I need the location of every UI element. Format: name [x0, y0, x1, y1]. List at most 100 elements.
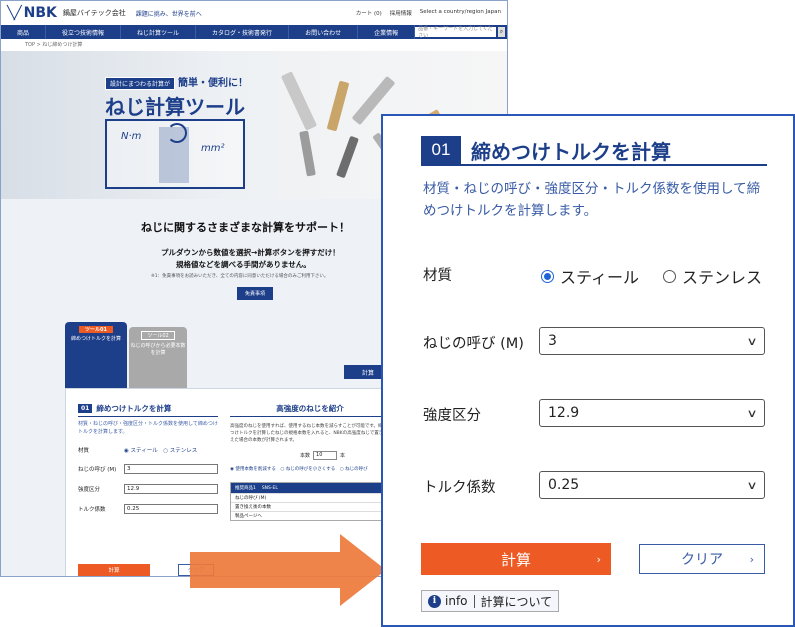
site-logo[interactable]: ╲╱ NBK	[7, 5, 57, 21]
high-strength-title: 高強度のねじを紹介	[230, 403, 390, 417]
table-row: 置き換え後の本数	[231, 501, 389, 511]
coefficient-select[interactable]: 0.25 ∨	[539, 471, 765, 499]
size-select[interactable]: 3 ∨	[539, 327, 765, 355]
radio-checked-icon	[541, 269, 554, 283]
mini-coef-select[interactable]: 0.25	[124, 504, 218, 514]
nav-products[interactable]: 商品	[1, 25, 47, 39]
radio-steel[interactable]: スティール	[541, 264, 639, 288]
tool-02-label: ねじの呼びから必要本数を計算	[130, 343, 186, 356]
hero-badge: 設計にまつわる計算が	[105, 77, 176, 90]
mini-row-material: 材質 ◉ スティール ○ ステンレス	[78, 446, 218, 454]
table-row[interactable]: 製品ページへ	[231, 510, 389, 520]
mini-row-coef: トルク係数 0.25	[78, 504, 218, 514]
nav-company[interactable]: 企業情報	[358, 25, 416, 39]
chevron-right-icon: ›	[596, 552, 601, 566]
radio-stainless-label: ステンレス	[682, 268, 763, 287]
coefficient-select-value: 0.25	[548, 477, 580, 493]
mini-grade-select[interactable]: 12.9	[124, 484, 218, 494]
disclaimer-button[interactable]: 免責事項	[237, 287, 274, 300]
radio-stainless[interactable]: ステンレス	[663, 264, 762, 288]
step-number-badge: 01	[421, 136, 461, 164]
mini-calc-button[interactable]: 計算	[78, 564, 150, 576]
mini-step-number: 01	[78, 404, 93, 413]
mini-material-radios[interactable]: ◉ スティール ○ ステンレス	[124, 446, 197, 454]
divider	[473, 594, 475, 608]
calculator-description: 材質・ねじの呼び・強度区分・トルク係数を使用して締めつけトルクを計算します。	[423, 181, 761, 220]
size-label: ねじの呼び (M)	[423, 336, 524, 352]
region-select[interactable]: Select a country/region Japan	[420, 9, 501, 17]
mini-size-select[interactable]: 3	[124, 464, 218, 474]
nav-tech-info[interactable]: 役立つ技術情報	[46, 25, 122, 39]
grade-select[interactable]: 12.9 ∨	[539, 399, 765, 427]
material-radio-group: スティール ステンレス	[541, 264, 762, 288]
mini-label: トルク係数	[78, 507, 106, 513]
material-label: 材質	[423, 268, 452, 284]
recommend-table: 推奨商品1 SNS-EL ねじの呼び (M) 置き換え後の本数 製品ページへ	[230, 481, 390, 521]
table-header-cell: SNS-EL	[261, 485, 278, 491]
recruit-link[interactable]: 採用情報	[390, 9, 412, 17]
size-select-value: 3	[548, 333, 557, 349]
table-row: ねじの呼び (M)	[231, 492, 389, 502]
nav-screw-calc[interactable]: ねじ計算ツール	[121, 25, 197, 39]
radio-unchecked-icon	[663, 269, 677, 283]
grade-select-value: 12.9	[548, 405, 580, 421]
rotation-arrow-icon	[167, 123, 187, 143]
mini-label: ねじの呼び (M)	[78, 467, 117, 473]
chevron-down-icon: ∨	[746, 478, 758, 492]
tool-01-tag: ツール01	[79, 326, 113, 333]
clear-button[interactable]: クリア ›	[639, 544, 765, 574]
intro-note: ※1：免責事項をお読みいただき、全ての内容に同意いただける場合のみご利用下さい。	[151, 274, 329, 279]
info-text: 計算について	[480, 594, 553, 609]
mini-title-text: 締めつけトルクを計算	[96, 404, 172, 413]
calculator-heading: 締めつけトルクを計算	[471, 139, 671, 164]
tool-01-label: 締めつけトルクを計算	[70, 336, 121, 342]
torque-unit-text: N·m	[121, 131, 142, 142]
intro-text-1: プルダウンから数値を選択→計算ボタンを押すだけ！	[161, 248, 340, 257]
tool-02-tag: ツール02	[141, 331, 175, 340]
chevron-down-icon: ∨	[746, 334, 758, 348]
zoom-torque-calculator: 01 締めつけトルクを計算 材質・ねじの呼び・強度区分・トルク係数を使用して締め…	[381, 114, 795, 627]
mini-description: 材質・ねじの呼び・強度区分・トルク係数を使用して締めつけトルクを計算します。	[78, 421, 218, 435]
info-link[interactable]: i info 計算について	[421, 590, 560, 612]
global-nav: 商品 役立つ技術情報 ねじ計算ツール カタログ・技術書発行 お問い合わせ 企業情…	[1, 25, 507, 39]
nav-catalog[interactable]: カタログ・技術書発行	[196, 25, 290, 39]
count-unit: 本	[340, 452, 346, 459]
high-strength-text: 高強度のねじを使用すれば、使用するねじ本数を減らすことが可能です。締めつけトルク…	[230, 424, 388, 444]
intro-text-2: 規格値などを調べる手間がありません。	[176, 260, 311, 269]
hero-subtitle: 簡単・便利に！	[178, 78, 248, 89]
table-header: 推奨商品1 SNS-EL	[231, 482, 389, 493]
mini-row-size: ねじの呼び (M) 3	[78, 464, 218, 474]
calculate-button-label: 計算	[500, 550, 531, 569]
intro-heading: ねじに関するさまざまな計算をサポート！	[141, 221, 350, 234]
mini-row-grade: 強度区分 12.9	[78, 484, 218, 494]
logo-text: NBK	[23, 5, 57, 21]
mini-title: 01 締めつけトルクを計算	[78, 403, 218, 417]
info-icon: i	[428, 594, 441, 608]
calculator-title: 01 締めつけトルクを計算	[421, 136, 767, 166]
nav-contact[interactable]: お問い合わせ	[289, 25, 359, 39]
site-header: ╲╱ NBK 鍋屋バイテック会社 課題に挑み、世界を前へ カート (0) 採用情…	[1, 1, 507, 25]
radio-steel-label: スティール	[560, 268, 640, 287]
calculate-button[interactable]: 計算 ›	[421, 543, 611, 575]
chevron-right-icon: ›	[749, 552, 754, 566]
info-label: info	[445, 594, 468, 608]
breadcrumb: TOP > ねじ締めつけ計算	[25, 42, 83, 48]
count-row: 本数 10 本	[230, 450, 390, 460]
site-search-input[interactable]: 品番・キーワードを入力してください	[415, 26, 496, 39]
reduction-radios[interactable]: ◉ 使用本数を削減する ○ ねじの呼びを小さくする ○ ねじの呼び	[230, 466, 390, 472]
chevron-down-icon: ∨	[746, 406, 758, 420]
tab-tool-01[interactable]: ツール01 締めつけトルクを計算	[65, 322, 127, 388]
search-icon[interactable]: ⌕	[497, 27, 505, 37]
mini-torque-form: 01 締めつけトルクを計算 材質・ねじの呼び・強度区分・トルク係数を使用して締め…	[78, 403, 218, 514]
tab-tool-02[interactable]: ツール02 ねじの呼びから必要本数を計算	[129, 327, 187, 388]
mini-label: 強度区分	[78, 487, 101, 493]
grade-label: 強度区分	[423, 408, 481, 424]
coefficient-label: トルク係数	[423, 480, 496, 496]
cart-link[interactable]: カート (0)	[356, 9, 382, 17]
high-strength-section: 高強度のねじを紹介 高強度のねじを使用すれば、使用するねじ本数を減らすことが可能…	[230, 403, 390, 521]
mini-label: 材質	[78, 448, 90, 454]
top-links: カート (0) 採用情報 Select a country/region Jap…	[356, 9, 501, 17]
hero-title: ねじ計算ツール	[105, 95, 245, 119]
tagline: 課題に挑み、世界を前へ	[135, 10, 202, 18]
count-input[interactable]: 10	[313, 450, 338, 460]
